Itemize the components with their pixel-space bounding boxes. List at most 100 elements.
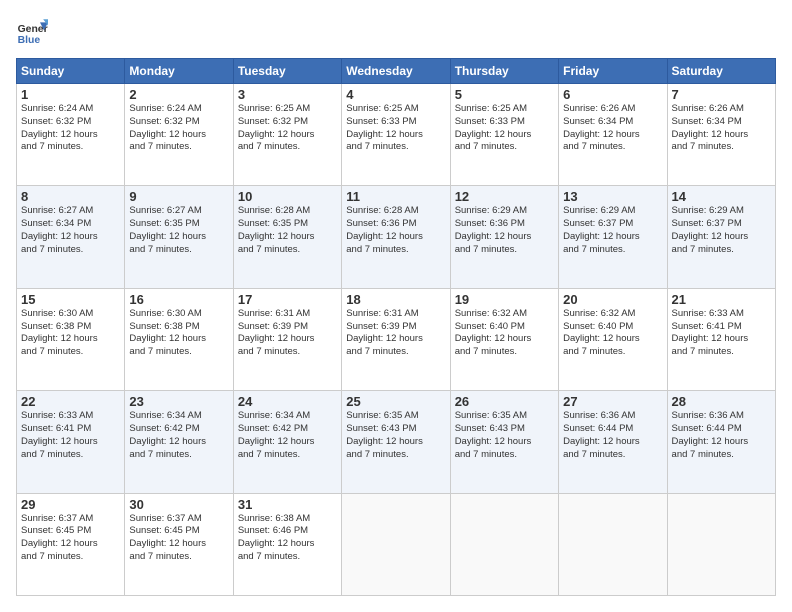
- day-info: Sunrise: 6:24 AMSunset: 6:32 PMDaylight:…: [21, 103, 98, 152]
- calendar-cell: 18 Sunrise: 6:31 AMSunset: 6:39 PMDaylig…: [342, 288, 450, 390]
- day-number: 27: [563, 394, 662, 409]
- calendar-cell: 9 Sunrise: 6:27 AMSunset: 6:35 PMDayligh…: [125, 186, 233, 288]
- day-number: 31: [238, 497, 337, 512]
- day-number: 4: [346, 87, 445, 102]
- day-number: 13: [563, 189, 662, 204]
- day-number: 9: [129, 189, 228, 204]
- calendar-cell: 2 Sunrise: 6:24 AMSunset: 6:32 PMDayligh…: [125, 84, 233, 186]
- day-info: Sunrise: 6:30 AMSunset: 6:38 PMDaylight:…: [129, 308, 206, 357]
- calendar-cell: 17 Sunrise: 6:31 AMSunset: 6:39 PMDaylig…: [233, 288, 341, 390]
- day-info: Sunrise: 6:28 AMSunset: 6:36 PMDaylight:…: [346, 205, 423, 254]
- calendar-week-1: 1 Sunrise: 6:24 AMSunset: 6:32 PMDayligh…: [17, 84, 776, 186]
- day-number: 1: [21, 87, 120, 102]
- calendar-cell: 25 Sunrise: 6:35 AMSunset: 6:43 PMDaylig…: [342, 391, 450, 493]
- calendar-cell: 10 Sunrise: 6:28 AMSunset: 6:35 PMDaylig…: [233, 186, 341, 288]
- calendar-header-wednesday: Wednesday: [342, 59, 450, 84]
- day-info: Sunrise: 6:37 AMSunset: 6:45 PMDaylight:…: [129, 513, 206, 562]
- calendar-cell: 13 Sunrise: 6:29 AMSunset: 6:37 PMDaylig…: [559, 186, 667, 288]
- day-number: 24: [238, 394, 337, 409]
- day-number: 5: [455, 87, 554, 102]
- day-info: Sunrise: 6:34 AMSunset: 6:42 PMDaylight:…: [129, 410, 206, 459]
- day-number: 15: [21, 292, 120, 307]
- logo-icon: General Blue: [16, 16, 48, 48]
- calendar-header-monday: Monday: [125, 59, 233, 84]
- day-info: Sunrise: 6:26 AMSunset: 6:34 PMDaylight:…: [672, 103, 749, 152]
- day-info: Sunrise: 6:35 AMSunset: 6:43 PMDaylight:…: [346, 410, 423, 459]
- page: General Blue SundayMondayTuesdayWednesda…: [0, 0, 792, 612]
- day-number: 28: [672, 394, 771, 409]
- day-number: 29: [21, 497, 120, 512]
- day-info: Sunrise: 6:26 AMSunset: 6:34 PMDaylight:…: [563, 103, 640, 152]
- day-number: 30: [129, 497, 228, 512]
- calendar-week-5: 29 Sunrise: 6:37 AMSunset: 6:45 PMDaylig…: [17, 493, 776, 595]
- calendar-cell: [450, 493, 558, 595]
- calendar-cell: 29 Sunrise: 6:37 AMSunset: 6:45 PMDaylig…: [17, 493, 125, 595]
- day-number: 18: [346, 292, 445, 307]
- day-info: Sunrise: 6:29 AMSunset: 6:37 PMDaylight:…: [672, 205, 749, 254]
- calendar-cell: [559, 493, 667, 595]
- calendar-header-thursday: Thursday: [450, 59, 558, 84]
- day-number: 17: [238, 292, 337, 307]
- logo: General Blue: [16, 16, 52, 48]
- calendar-table: SundayMondayTuesdayWednesdayThursdayFrid…: [16, 58, 776, 596]
- day-info: Sunrise: 6:33 AMSunset: 6:41 PMDaylight:…: [672, 308, 749, 357]
- day-info: Sunrise: 6:28 AMSunset: 6:35 PMDaylight:…: [238, 205, 315, 254]
- calendar-week-2: 8 Sunrise: 6:27 AMSunset: 6:34 PMDayligh…: [17, 186, 776, 288]
- day-number: 22: [21, 394, 120, 409]
- day-number: 10: [238, 189, 337, 204]
- day-number: 23: [129, 394, 228, 409]
- day-info: Sunrise: 6:36 AMSunset: 6:44 PMDaylight:…: [672, 410, 749, 459]
- day-info: Sunrise: 6:33 AMSunset: 6:41 PMDaylight:…: [21, 410, 98, 459]
- calendar-cell: 4 Sunrise: 6:25 AMSunset: 6:33 PMDayligh…: [342, 84, 450, 186]
- svg-text:Blue: Blue: [18, 35, 41, 46]
- calendar-cell: 22 Sunrise: 6:33 AMSunset: 6:41 PMDaylig…: [17, 391, 125, 493]
- day-number: 12: [455, 189, 554, 204]
- day-number: 3: [238, 87, 337, 102]
- calendar-header-sunday: Sunday: [17, 59, 125, 84]
- day-info: Sunrise: 6:34 AMSunset: 6:42 PMDaylight:…: [238, 410, 315, 459]
- day-info: Sunrise: 6:36 AMSunset: 6:44 PMDaylight:…: [563, 410, 640, 459]
- day-info: Sunrise: 6:27 AMSunset: 6:34 PMDaylight:…: [21, 205, 98, 254]
- day-info: Sunrise: 6:29 AMSunset: 6:37 PMDaylight:…: [563, 205, 640, 254]
- day-number: 11: [346, 189, 445, 204]
- day-number: 26: [455, 394, 554, 409]
- day-number: 25: [346, 394, 445, 409]
- calendar-cell: 19 Sunrise: 6:32 AMSunset: 6:40 PMDaylig…: [450, 288, 558, 390]
- day-info: Sunrise: 6:32 AMSunset: 6:40 PMDaylight:…: [455, 308, 532, 357]
- day-info: Sunrise: 6:25 AMSunset: 6:33 PMDaylight:…: [346, 103, 423, 152]
- calendar-cell: 11 Sunrise: 6:28 AMSunset: 6:36 PMDaylig…: [342, 186, 450, 288]
- calendar-header-saturday: Saturday: [667, 59, 775, 84]
- calendar-header-tuesday: Tuesday: [233, 59, 341, 84]
- day-info: Sunrise: 6:25 AMSunset: 6:32 PMDaylight:…: [238, 103, 315, 152]
- calendar-header-friday: Friday: [559, 59, 667, 84]
- day-info: Sunrise: 6:31 AMSunset: 6:39 PMDaylight:…: [238, 308, 315, 357]
- calendar-cell: 30 Sunrise: 6:37 AMSunset: 6:45 PMDaylig…: [125, 493, 233, 595]
- day-info: Sunrise: 6:27 AMSunset: 6:35 PMDaylight:…: [129, 205, 206, 254]
- day-number: 19: [455, 292, 554, 307]
- calendar-cell: 1 Sunrise: 6:24 AMSunset: 6:32 PMDayligh…: [17, 84, 125, 186]
- calendar-header-row: SundayMondayTuesdayWednesdayThursdayFrid…: [17, 59, 776, 84]
- day-info: Sunrise: 6:24 AMSunset: 6:32 PMDaylight:…: [129, 103, 206, 152]
- day-info: Sunrise: 6:29 AMSunset: 6:36 PMDaylight:…: [455, 205, 532, 254]
- day-number: 20: [563, 292, 662, 307]
- calendar-cell: 16 Sunrise: 6:30 AMSunset: 6:38 PMDaylig…: [125, 288, 233, 390]
- calendar-cell: 28 Sunrise: 6:36 AMSunset: 6:44 PMDaylig…: [667, 391, 775, 493]
- calendar-cell: 21 Sunrise: 6:33 AMSunset: 6:41 PMDaylig…: [667, 288, 775, 390]
- header: General Blue: [16, 16, 776, 48]
- day-info: Sunrise: 6:32 AMSunset: 6:40 PMDaylight:…: [563, 308, 640, 357]
- day-number: 2: [129, 87, 228, 102]
- calendar-cell: 23 Sunrise: 6:34 AMSunset: 6:42 PMDaylig…: [125, 391, 233, 493]
- calendar-cell: [342, 493, 450, 595]
- day-number: 16: [129, 292, 228, 307]
- calendar-cell: 5 Sunrise: 6:25 AMSunset: 6:33 PMDayligh…: [450, 84, 558, 186]
- calendar-cell: 7 Sunrise: 6:26 AMSunset: 6:34 PMDayligh…: [667, 84, 775, 186]
- calendar-cell: 24 Sunrise: 6:34 AMSunset: 6:42 PMDaylig…: [233, 391, 341, 493]
- day-number: 8: [21, 189, 120, 204]
- calendar-cell: 8 Sunrise: 6:27 AMSunset: 6:34 PMDayligh…: [17, 186, 125, 288]
- calendar-cell: 15 Sunrise: 6:30 AMSunset: 6:38 PMDaylig…: [17, 288, 125, 390]
- calendar-cell: 31 Sunrise: 6:38 AMSunset: 6:46 PMDaylig…: [233, 493, 341, 595]
- calendar-cell: [667, 493, 775, 595]
- day-number: 21: [672, 292, 771, 307]
- day-info: Sunrise: 6:35 AMSunset: 6:43 PMDaylight:…: [455, 410, 532, 459]
- calendar-week-4: 22 Sunrise: 6:33 AMSunset: 6:41 PMDaylig…: [17, 391, 776, 493]
